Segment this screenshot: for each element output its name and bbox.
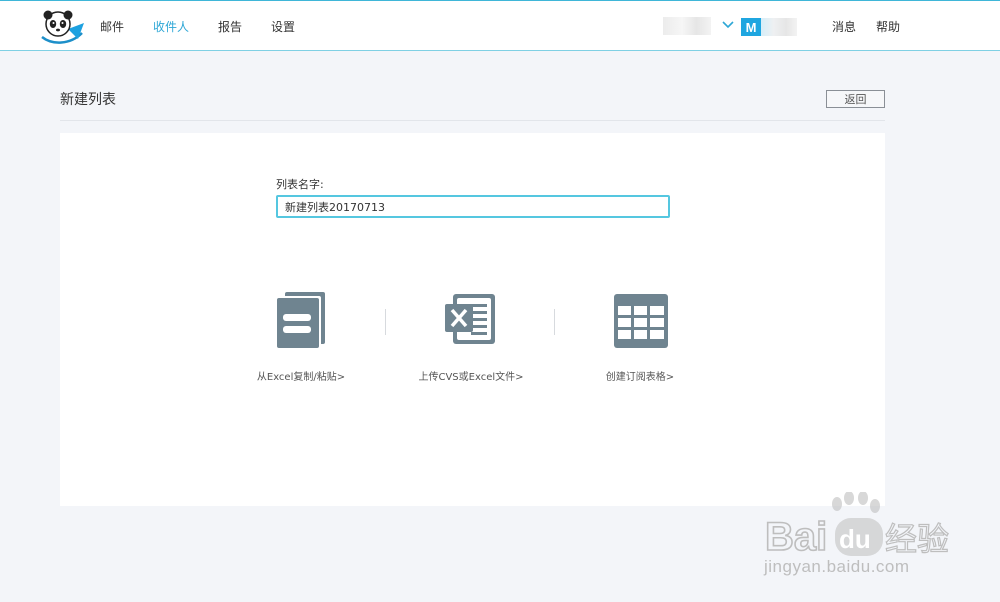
nav-item-reports[interactable]: 报告 bbox=[218, 18, 242, 35]
option-copy-paste-excel[interactable]: 从Excel复制/粘贴> bbox=[226, 290, 376, 390]
nav-item-settings[interactable]: 设置 bbox=[271, 18, 295, 35]
back-button[interactable]: 返回 bbox=[826, 90, 885, 108]
divider bbox=[385, 309, 386, 335]
excel-file-icon bbox=[445, 294, 495, 344]
nav-item-mail[interactable]: 邮件 bbox=[100, 18, 124, 35]
header-right-links: 消息 帮助 bbox=[832, 1, 920, 51]
table-grid-icon bbox=[614, 294, 668, 348]
divider bbox=[60, 120, 885, 121]
option-label: 创建订阅表格> bbox=[605, 372, 675, 383]
top-navigation-bar: 邮件 收件人 报告 设置 M 消息 帮助 bbox=[0, 0, 1000, 51]
copy-paste-icon bbox=[277, 292, 325, 348]
svg-text:Bai: Bai bbox=[765, 515, 827, 559]
option-subscription-form[interactable]: 创建订阅表格> bbox=[565, 290, 715, 390]
svg-text:经验: 经验 bbox=[885, 520, 949, 558]
blurred-account-name[interactable] bbox=[663, 17, 711, 35]
panda-logo-icon[interactable] bbox=[38, 9, 86, 45]
option-label: 上传CVS或Excel文件> bbox=[418, 372, 524, 383]
chevron-down-icon[interactable] bbox=[720, 17, 736, 33]
create-list-card: 列表名字: 从Excel复制/粘贴> 上传CVS或Excel文件> bbox=[60, 133, 885, 506]
option-upload-file[interactable]: 上传CVS或Excel文件> bbox=[396, 290, 546, 390]
divider bbox=[554, 309, 555, 335]
watermark-domain: jingyan.baidu.com bbox=[764, 557, 910, 576]
main-nav: 邮件 收件人 报告 设置 bbox=[100, 1, 324, 51]
page-title: 新建列表 bbox=[60, 92, 116, 108]
nav-item-recipients[interactable]: 收件人 bbox=[153, 18, 189, 35]
option-label: 从Excel复制/粘贴> bbox=[256, 372, 346, 383]
list-name-input[interactable] bbox=[276, 195, 670, 218]
blurred-user-name[interactable] bbox=[761, 18, 797, 36]
help-link[interactable]: 帮助 bbox=[876, 18, 900, 35]
messages-link[interactable]: 消息 bbox=[832, 18, 856, 35]
avatar[interactable]: M bbox=[741, 18, 761, 36]
list-name-label: 列表名字: bbox=[276, 178, 324, 191]
svg-text:du: du bbox=[839, 524, 871, 554]
